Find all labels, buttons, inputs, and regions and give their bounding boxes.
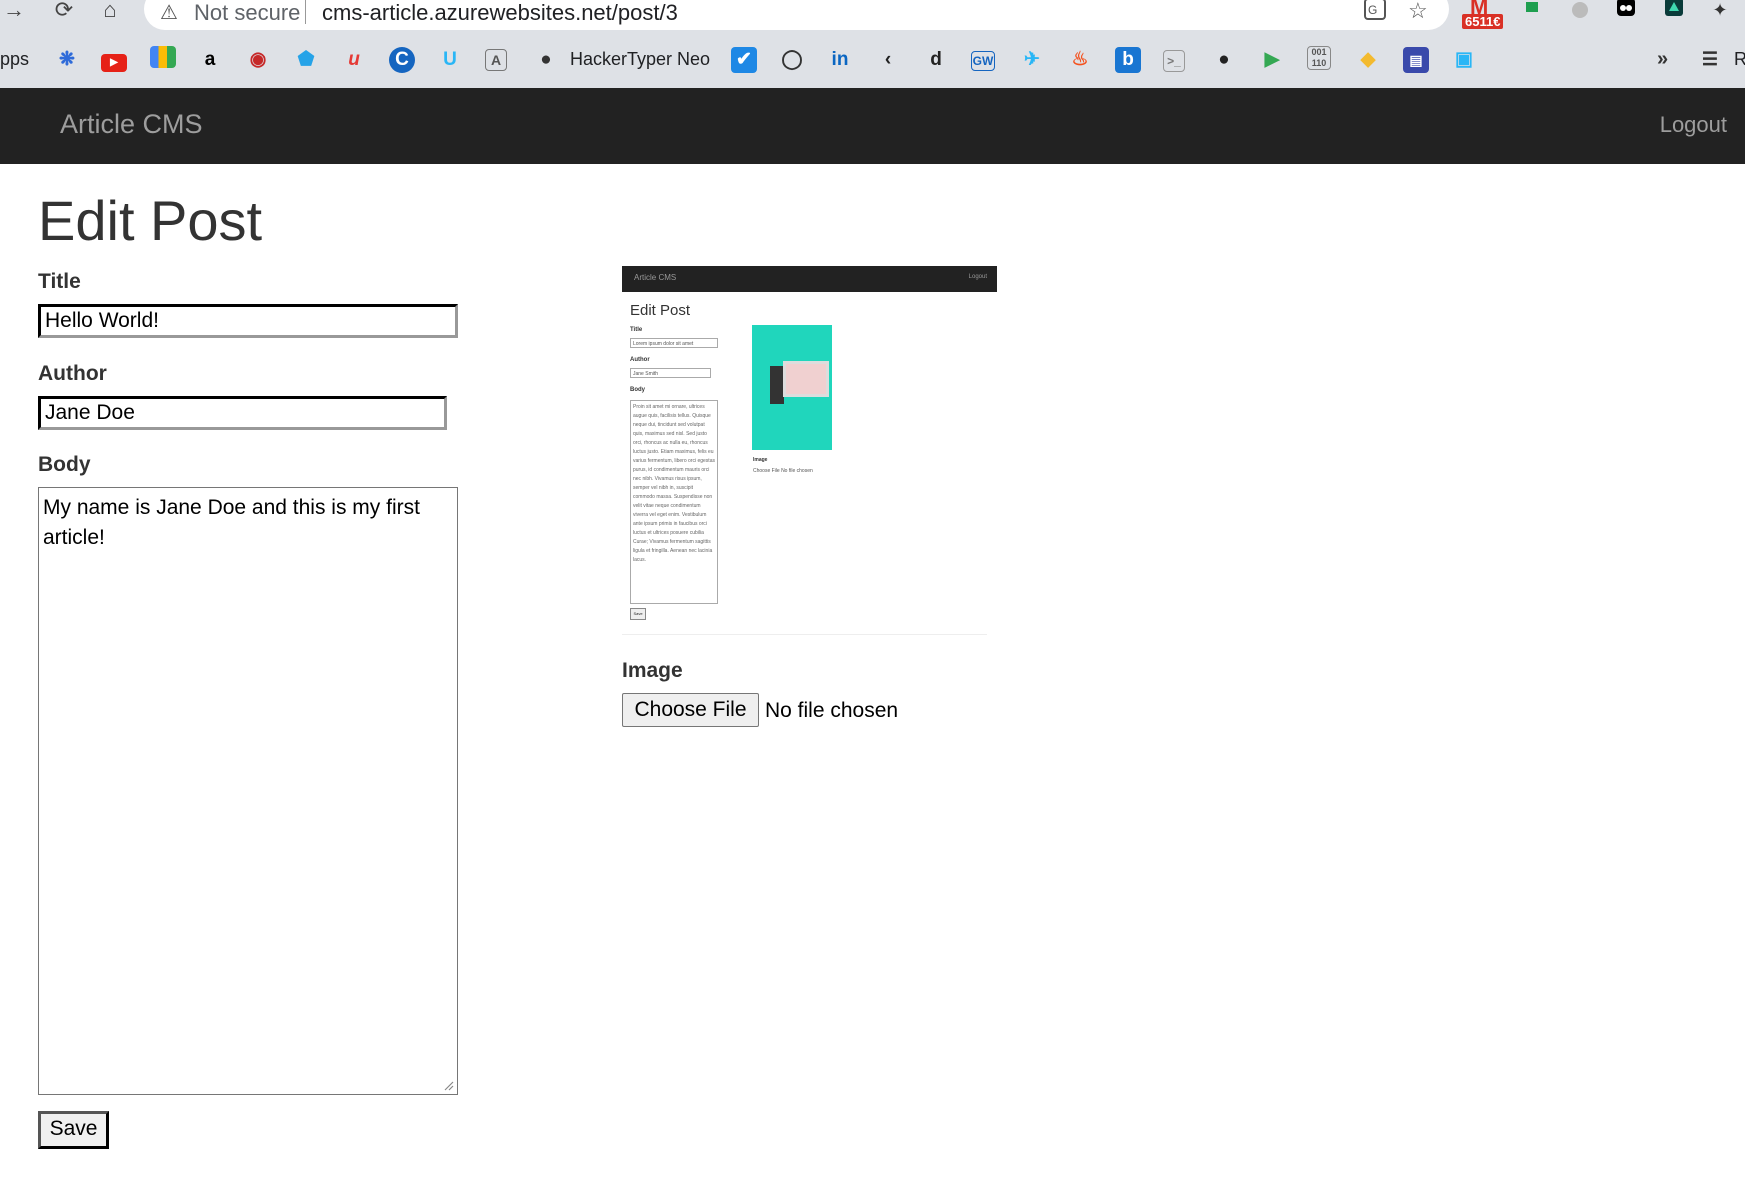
preview-author-input: Jane Smith (630, 368, 711, 378)
bookmarks-bar: pps ❋ ▶ a ◉ ⬟ u C U A ● HackerTyper Neo … (0, 43, 1745, 75)
preview-brand: Article CMS (634, 273, 677, 282)
gmail-count-badge: 6511€ (1462, 14, 1504, 29)
extension-green-icon[interactable] (1518, 0, 1546, 24)
image-label: Image (622, 659, 683, 682)
preview-body-textarea: Proin sit amet mi ornare, ultrices augue… (630, 400, 718, 604)
preview-body-label: Body (630, 387, 645, 393)
d-bookmark-icon[interactable]: d (923, 43, 949, 75)
title-input[interactable] (38, 304, 458, 338)
preview-title-input: Lorem ipsum dolor sit amet (630, 338, 718, 348)
choose-file-button[interactable]: Choose File (622, 693, 759, 727)
browser-toolbar: → ⟳ ⌂ ⚠ Not secure cms-article.azurewebs… (0, 0, 1745, 30)
url-text[interactable]: cms-article.azurewebsites.net/post/3 (322, 0, 678, 26)
shopping-bag-icon[interactable] (150, 43, 176, 75)
code-bookmark-icon[interactable]: ‹ (875, 43, 901, 75)
linkedin-icon[interactable]: in (827, 43, 853, 75)
page-title: Edit Post (38, 189, 263, 252)
preview-author-label: Author (630, 357, 650, 363)
youtube-icon[interactable]: ▶ (101, 43, 127, 75)
post-image-preview: Article CMS Logout Edit Post Title Lorem… (622, 266, 997, 636)
author-label: Author (38, 362, 107, 385)
preview-title-label: Title (630, 327, 643, 333)
check-bookmark-icon[interactable]: ✔ (731, 43, 757, 75)
bookmark-hackertyper[interactable]: HackerTyper Neo (570, 43, 710, 75)
red-disc-icon[interactable]: ◉ (245, 43, 271, 75)
more-bookmarks-button[interactable]: » (1657, 43, 1668, 75)
globe-icon[interactable]: ● (533, 43, 559, 75)
github-icon[interactable]: ◯ (779, 43, 805, 75)
gw-bookmark-icon[interactable]: GW (971, 43, 995, 75)
body-textarea[interactable]: My name is Jane Doe and this is my first… (38, 487, 458, 1095)
shield-bookmark-icon[interactable]: ⬟ (293, 43, 319, 75)
flame-bookmark-icon[interactable]: ♨ (1067, 43, 1093, 75)
terminal-bookmark-icon[interactable]: >_ (1163, 43, 1185, 75)
translate-icon[interactable]: G (1364, 0, 1386, 26)
preview-file-input: Choose File No file chosen (753, 468, 813, 474)
gmail-extension-icon[interactable]: M 6511€ (1462, 0, 1504, 32)
pdf-bookmark-icon[interactable]: A (485, 43, 507, 75)
preview-save-button: Save (630, 608, 646, 620)
reload-icon[interactable]: ⟳ (50, 0, 78, 24)
reading-list-label[interactable]: R (1734, 43, 1745, 75)
browser-chrome: → ⟳ ⌂ ⚠ Not secure cms-article.azurewebs… (0, 0, 1745, 88)
u-shield-icon[interactable]: U (437, 43, 463, 75)
tv-bookmark-icon[interactable]: ▣ (1451, 43, 1477, 75)
file-status: No file chosen (765, 699, 899, 722)
extension-grey-icon[interactable] (1566, 0, 1594, 24)
body-label: Body (38, 453, 91, 476)
svg-text:G: G (1368, 3, 1377, 17)
navbar-brand[interactable]: Article CMS (60, 109, 203, 140)
extensions-puzzle-icon[interactable]: ✦ (1706, 0, 1734, 24)
security-status[interactable]: Not secure (194, 0, 300, 26)
binance-icon[interactable]: ◆ (1355, 43, 1381, 75)
preview-image-label: Image (753, 457, 768, 463)
author-input[interactable] (38, 396, 447, 430)
calendar-bookmark-icon[interactable]: ▤ (1403, 43, 1429, 75)
extension-dark-icon[interactable] (1660, 0, 1688, 24)
bookmark-star-icon[interactable]: ☆ (1408, 0, 1428, 24)
play-store-icon[interactable]: ▶ (1259, 43, 1285, 75)
preview-computer-tower (770, 366, 784, 404)
app-navbar: Article CMS Logout (0, 88, 1745, 164)
baidu-icon[interactable]: ❋ (54, 43, 80, 75)
address-bar[interactable]: ⚠ Not secure cms-article.azurewebsites.n… (144, 0, 1449, 30)
tampermonkey-icon[interactable] (1612, 0, 1640, 24)
preview-navbar: Article CMS Logout (622, 266, 997, 292)
dark-globe-icon[interactable]: ● (1211, 43, 1237, 75)
omnibox-divider (305, 0, 306, 24)
bookmark-apps[interactable]: pps (0, 43, 29, 75)
c-bookmark-icon[interactable]: C (389, 43, 415, 75)
blue-b-bookmark-icon[interactable]: b (1115, 43, 1141, 75)
preview-title: Edit Post (630, 302, 691, 319)
bird-bookmark-icon[interactable]: ✈ (1019, 43, 1045, 75)
amazon-icon[interactable]: a (197, 43, 223, 75)
resize-grip-icon[interactable] (440, 1077, 454, 1091)
preview-computer-monitor (783, 361, 829, 397)
warning-icon[interactable]: ⚠ (160, 0, 178, 25)
save-button[interactable]: Save (38, 1111, 109, 1149)
preview-divider (622, 634, 987, 635)
logout-link[interactable]: Logout (1660, 112, 1727, 138)
title-label: Title (38, 270, 81, 293)
forward-icon[interactable]: → (0, 0, 28, 24)
u-bookmark-icon[interactable]: u (341, 43, 367, 75)
reading-list-icon[interactable]: ☰ (1697, 43, 1723, 75)
home-icon[interactable]: ⌂ (96, 0, 124, 24)
binary-bookmark-icon[interactable]: 001 110 (1307, 43, 1331, 75)
preview-logout: Logout (968, 274, 987, 280)
